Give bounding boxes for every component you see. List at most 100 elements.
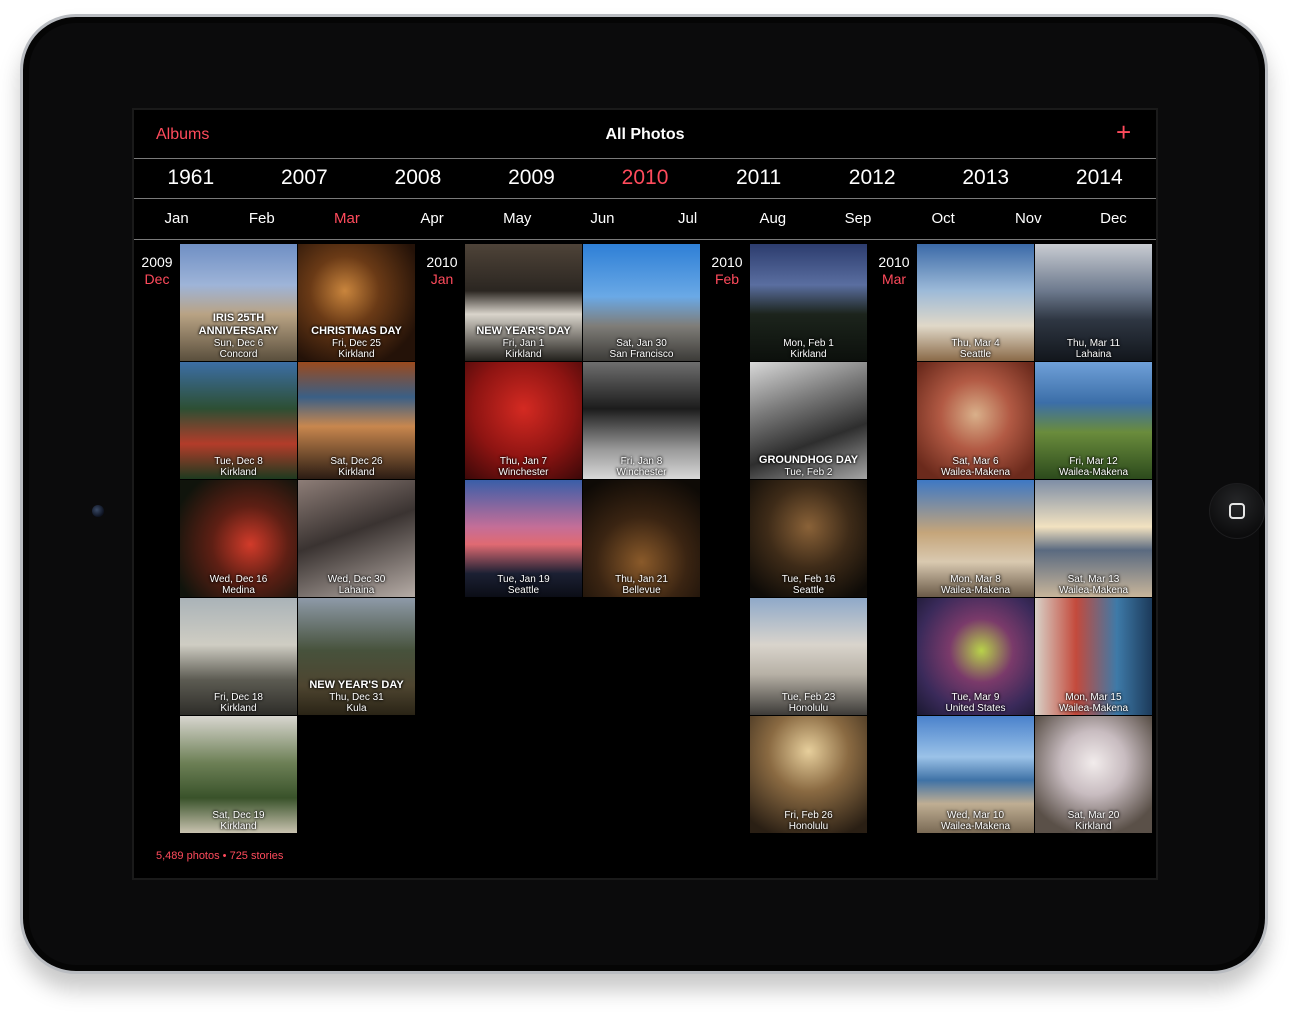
photo-caption: Mon, Mar 8 Wailea-Makena <box>917 574 1034 596</box>
year-tab-1961[interactable]: 1961 <box>134 158 248 198</box>
photo-location: Wailea-Makena <box>940 821 1011 832</box>
photo-location: Wailea-Makena <box>1058 467 1129 478</box>
group-year: 2010 <box>711 254 743 270</box>
photo-caption: Thu, Mar 4 Seattle <box>917 338 1034 360</box>
photo-date: Wed, Mar 10 <box>946 810 1005 821</box>
photo-thumbnail[interactable]: Thu, Jan 21 Bellevue <box>583 480 700 597</box>
month-tab-feb[interactable]: Feb <box>219 199 304 239</box>
photo-event-title: NEW YEAR'S DAY <box>309 679 404 691</box>
photo-thumbnail[interactable]: Sat, Dec 26 Kirkland <box>298 362 415 479</box>
photo-date: Tue, Dec 8 <box>214 456 263 467</box>
group-month: Dec <box>144 271 170 287</box>
photo-thumbnail[interactable]: Wed, Dec 30 Lahaina <box>298 480 415 597</box>
photo-location: Honolulu <box>788 703 829 714</box>
group-year: 2009 <box>141 254 173 270</box>
photo-date: Tue, Feb 2 <box>784 467 833 478</box>
month-tab-dec[interactable]: Dec <box>1071 199 1156 239</box>
group-date-label: 2010 Feb <box>704 254 750 288</box>
photo-caption: Wed, Mar 10 Wailea-Makena <box>917 810 1034 832</box>
photo-thumbnail[interactable]: NEW YEAR'S DAY Fri, Jan 1 Kirkland <box>465 244 582 361</box>
photo-thumbnail[interactable]: Thu, Jan 7 Winchester <box>465 362 582 479</box>
year-tab-2007[interactable]: 2007 <box>248 158 362 198</box>
photo-location: Wailea-Makena <box>940 467 1011 478</box>
photo-thumbnail[interactable]: Tue, Dec 8 Kirkland <box>180 362 297 479</box>
photo-date: Thu, Dec 31 <box>329 692 384 703</box>
photo-thumbnail[interactable]: Fri, Jan 8 Winchester <box>583 362 700 479</box>
photo-location: Honolulu <box>788 821 829 832</box>
year-tab-2011[interactable]: 2011 <box>702 158 816 198</box>
home-button[interactable] <box>1209 483 1265 539</box>
year-tab-2009[interactable]: 2009 <box>475 158 589 198</box>
year-tab-2008[interactable]: 2008 <box>361 158 475 198</box>
month-tab-oct[interactable]: Oct <box>901 199 986 239</box>
photo-caption: Thu, Jan 7 Winchester <box>465 456 582 478</box>
group-month: Feb <box>714 271 740 287</box>
front-camera <box>92 505 104 517</box>
page-title: All Photos <box>605 126 685 143</box>
library-stats: 5,489 photos • 725 stories <box>156 850 284 862</box>
photo-thumbnail[interactable]: Fri, Dec 18 Kirkland <box>180 598 297 715</box>
photo-location: Kirkland <box>338 349 375 360</box>
photo-caption: Mon, Mar 15 Wailea-Makena <box>1035 692 1152 714</box>
photo-location: Kula <box>346 703 367 714</box>
photo-date: Mon, Mar 15 <box>1065 692 1122 703</box>
year-tab-2013[interactable]: 2013 <box>929 158 1043 198</box>
photo-thumbnail[interactable]: Wed, Mar 10 Wailea-Makena <box>917 716 1034 833</box>
app-screen: Albums All Photos + 1961 2007 2008 2009 2010… <box>132 108 1158 880</box>
year-selector: 1961 2007 2008 2009 2010 2011 2012 2013 2014 <box>134 158 1156 199</box>
photo-thumbnail[interactable]: IRIS 25TH ANNIVERSARY Sun, Dec 6 Concord <box>180 244 297 361</box>
photo-thumbnail[interactable]: CHRISTMAS DAY Fri, Dec 25 Kirkland <box>298 244 415 361</box>
photo-thumbnail[interactable]: Thu, Mar 11 Lahaina <box>1035 244 1152 361</box>
year-tab-2010[interactable]: 2010 <box>588 158 702 198</box>
photo-location: Bellevue <box>622 585 661 596</box>
photo-thumbnail[interactable]: Fri, Mar 12 Wailea-Makena <box>1035 362 1152 479</box>
group-date-label: 2010 Mar <box>871 254 917 288</box>
photo-thumbnail[interactable]: Mon, Mar 8 Wailea-Makena <box>917 480 1034 597</box>
photo-thumbnail[interactable]: Tue, Feb 16 Seattle <box>750 480 867 597</box>
photo-date: Thu, Jan 21 <box>615 574 668 585</box>
photo-thumbnail[interactable]: Tue, Feb 23 Honolulu <box>750 598 867 715</box>
photo-date: Sat, Jan 30 <box>616 338 667 349</box>
year-tab-2014[interactable]: 2014 <box>1043 158 1157 198</box>
photo-caption: Thu, Mar 11 Lahaina <box>1035 338 1152 360</box>
photo-caption: Fri, Jan 8 Winchester <box>583 456 700 478</box>
month-tab-apr[interactable]: Apr <box>390 199 475 239</box>
photo-thumbnail[interactable]: Sat, Mar 13 Wailea-Makena <box>1035 480 1152 597</box>
photo-thumbnail[interactable]: GROUNDHOG DAY Tue, Feb 2 <box>750 362 867 479</box>
photo-caption: Tue, Jan 19 Seattle <box>465 574 582 596</box>
photo-location: United States <box>945 703 1006 714</box>
month-tab-may[interactable]: May <box>475 199 560 239</box>
photo-thumbnail[interactable]: Thu, Mar 4 Seattle <box>917 244 1034 361</box>
month-tab-sep[interactable]: Sep <box>815 199 900 239</box>
month-tab-mar[interactable]: Mar <box>304 199 389 239</box>
add-icon[interactable]: + <box>1116 119 1131 145</box>
photo-thumbnail[interactable]: Tue, Mar 9 United States <box>917 598 1034 715</box>
photo-thumbnail[interactable]: Sat, Dec 19 Kirkland <box>180 716 297 833</box>
photo-thumbnail[interactable]: Mon, Feb 1 Kirkland <box>750 244 867 361</box>
photo-event-title: GROUNDHOG DAY <box>758 454 859 466</box>
photo-caption: Fri, Mar 12 Wailea-Makena <box>1035 456 1152 478</box>
photo-date: Sat, Dec 26 <box>330 456 383 467</box>
photo-caption: Mon, Feb 1 Kirkland <box>750 338 867 360</box>
photo-location: Seattle <box>792 585 825 596</box>
photo-caption: Fri, Feb 26 Honolulu <box>750 810 867 832</box>
photo-thumbnail[interactable]: Tue, Jan 19 Seattle <box>465 480 582 597</box>
month-tab-jan[interactable]: Jan <box>134 199 219 239</box>
photo-date: Sat, Dec 19 <box>212 810 265 821</box>
photo-thumbnail[interactable]: Wed, Dec 16 Medina <box>180 480 297 597</box>
photo-date: Fri, Jan 8 <box>620 456 663 467</box>
month-tab-jul[interactable]: Jul <box>645 199 730 239</box>
photo-thumbnail[interactable]: Sat, Jan 30 San Francisco <box>583 244 700 361</box>
month-tab-nov[interactable]: Nov <box>986 199 1071 239</box>
photo-date: Sat, Mar 13 <box>1067 574 1120 585</box>
year-tab-2012[interactable]: 2012 <box>815 158 929 198</box>
photo-thumbnail[interactable]: Sat, Mar 6 Wailea-Makena <box>917 362 1034 479</box>
month-tab-aug[interactable]: Aug <box>730 199 815 239</box>
month-tab-jun[interactable]: Jun <box>560 199 645 239</box>
photo-location: Kirkland <box>338 467 375 478</box>
photo-thumbnail[interactable]: Sat, Mar 20 Kirkland <box>1035 716 1152 833</box>
photo-thumbnail[interactable]: NEW YEAR'S DAY Thu, Dec 31 Kula <box>298 598 415 715</box>
photo-thumbnail[interactable]: Mon, Mar 15 Wailea-Makena <box>1035 598 1152 715</box>
photo-date: Fri, Mar 12 <box>1069 456 1118 467</box>
photo-thumbnail[interactable]: Fri, Feb 26 Honolulu <box>750 716 867 833</box>
